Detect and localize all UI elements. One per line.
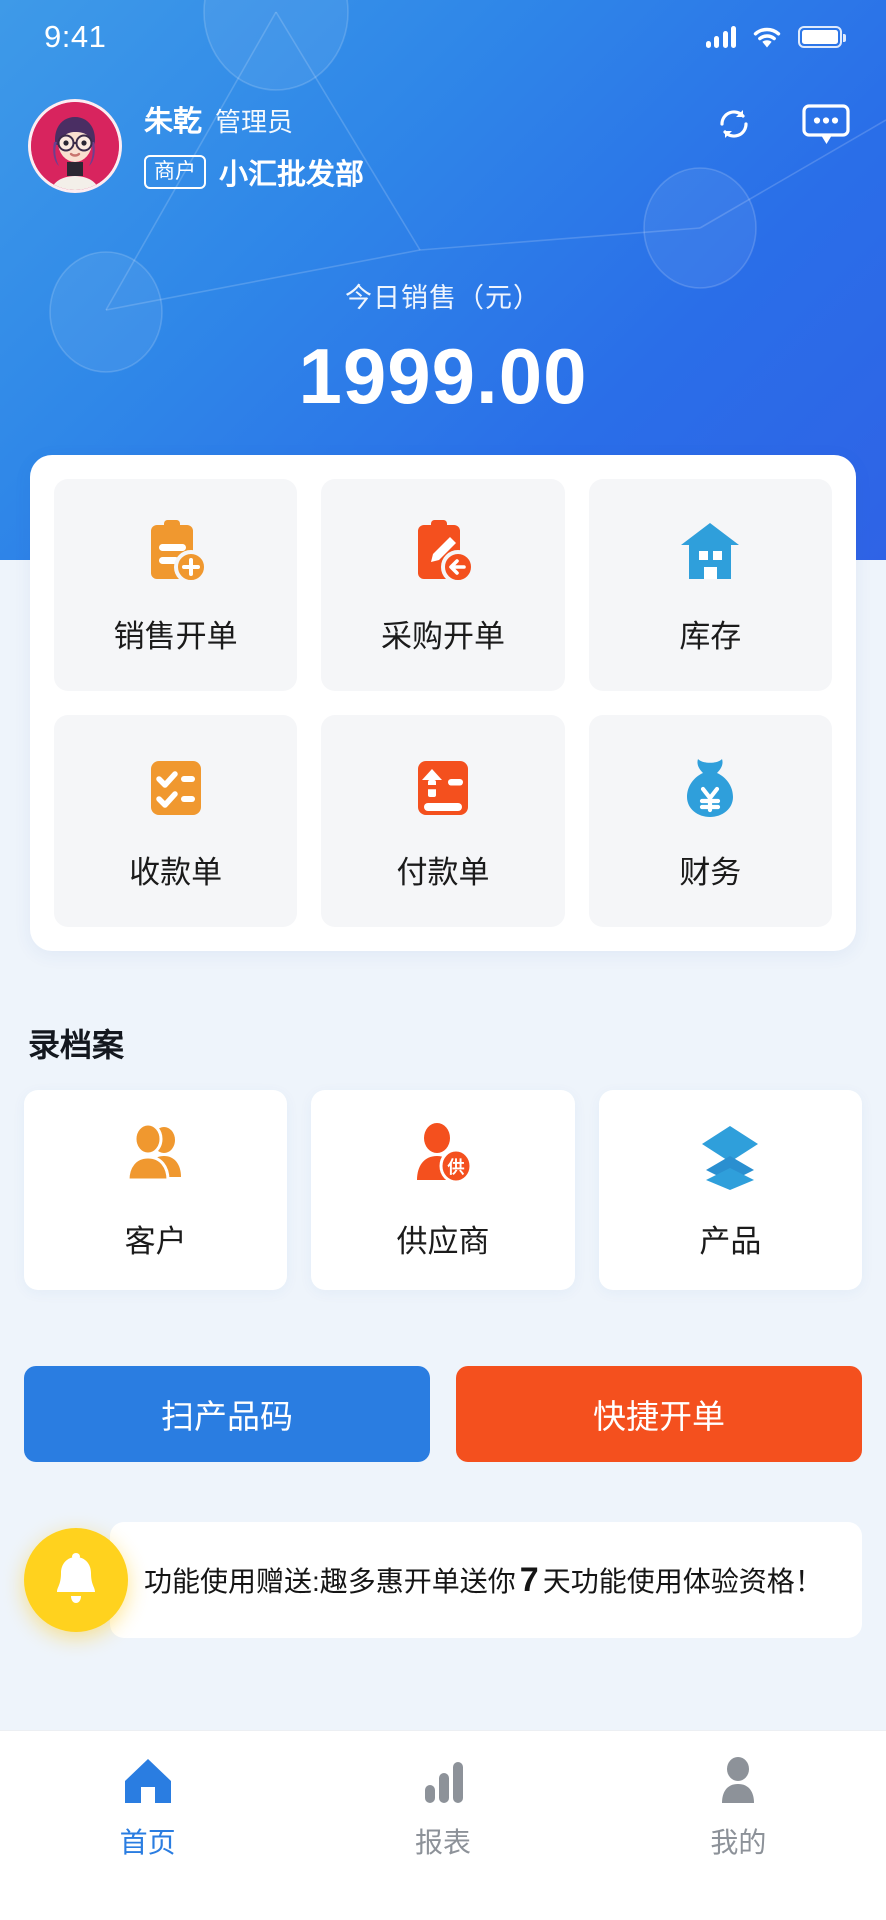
sales-label: 今日销售（元） bbox=[345, 283, 541, 313]
quick-tile-receipt[interactable]: 收款单 bbox=[54, 715, 298, 927]
clipboard-add-icon bbox=[150, 519, 208, 584]
merchant-badge: 商户 bbox=[144, 154, 206, 190]
tab-label: 首页 bbox=[119, 1827, 176, 1858]
archive-section-title: 录档案 bbox=[28, 1027, 125, 1063]
status-indicators bbox=[705, 26, 846, 49]
archive-grid: 客户 供 供应商 产品 bbox=[24, 1090, 862, 1290]
tab-label: 报表 bbox=[414, 1827, 471, 1858]
sales-value: 1999.00 bbox=[298, 332, 588, 420]
tab-profile[interactable]: 我的 bbox=[591, 1755, 886, 1861]
payment-yuan-icon bbox=[417, 760, 468, 815]
quick-tile-inventory[interactable]: 库存 bbox=[588, 479, 832, 691]
quick-tile-label: 采购开单 bbox=[380, 618, 505, 654]
battery-icon bbox=[798, 26, 846, 48]
signal-bars-icon bbox=[705, 26, 736, 48]
tab-reports[interactable]: 报表 bbox=[295, 1755, 590, 1861]
quick-tile-label: 收款单 bbox=[129, 854, 223, 890]
home-icon bbox=[124, 1759, 171, 1803]
archive-card-label: 产品 bbox=[699, 1223, 762, 1259]
notice-text-part2: 天功能使用体验资格！ bbox=[542, 1565, 823, 1597]
sales-summary: 今日销售（元） 1999.00 bbox=[0, 276, 886, 422]
quick-tile-label: 销售开单 bbox=[113, 618, 238, 654]
tab-home[interactable]: 首页 bbox=[0, 1755, 295, 1861]
wifi-icon bbox=[753, 27, 781, 47]
product-layers-icon bbox=[702, 1125, 759, 1190]
message-bubble-icon[interactable] bbox=[800, 98, 852, 150]
notice-text-part1: 功能使用赠送:趣多惠开单送你 bbox=[144, 1565, 516, 1597]
user-role: 管理员 bbox=[215, 107, 294, 137]
action-buttons: 扫产品码 快捷开单 bbox=[24, 1366, 862, 1462]
shop-name: 小汇批发部 bbox=[219, 159, 365, 191]
notice-text: 功能使用赠送:趣多惠开单送你 7 天功能使用体验资格！ bbox=[144, 1555, 823, 1606]
bar-chart-icon bbox=[424, 1762, 463, 1803]
notice-banner[interactable]: 功能使用赠送:趣多惠开单送你 7 天功能使用体验资格！ bbox=[24, 1522, 862, 1638]
svg-text:供: 供 bbox=[446, 1157, 464, 1177]
bell-icon bbox=[24, 1528, 128, 1632]
profile-info: 朱乾 管理员 商户 小汇批发部 bbox=[144, 98, 364, 193]
avatar[interactable] bbox=[28, 98, 122, 193]
bottom-tab-bar: 首页 报表 我的 bbox=[0, 1730, 886, 1920]
archive-card-customers[interactable]: 客户 bbox=[24, 1090, 288, 1290]
quick-tile-label: 库存 bbox=[679, 618, 742, 654]
archive-card-label: 供应商 bbox=[396, 1223, 490, 1259]
notice-highlight-days: 7 bbox=[519, 1560, 539, 1599]
user-name: 朱乾 bbox=[144, 106, 203, 138]
warehouse-house-icon bbox=[681, 522, 740, 579]
tab-label: 我的 bbox=[710, 1827, 767, 1858]
archive-card-supplier[interactable]: 供 供应商 bbox=[311, 1090, 575, 1290]
status-time: 9:41 bbox=[44, 19, 107, 54]
quick-tile-label: 财务 bbox=[679, 854, 742, 890]
receipt-check-icon bbox=[150, 760, 201, 815]
money-bag-yuan-icon bbox=[687, 758, 734, 817]
clipboard-edit-return-icon bbox=[417, 519, 475, 584]
header-actions bbox=[708, 98, 852, 150]
archive-card-label: 客户 bbox=[124, 1223, 187, 1259]
notice-body: 功能使用赠送:趣多惠开单送你 7 天功能使用体验资格！ bbox=[110, 1522, 862, 1638]
quick-tile-label: 付款单 bbox=[396, 854, 490, 890]
customers-people-icon bbox=[126, 1122, 181, 1181]
person-icon bbox=[722, 1757, 755, 1803]
quick-bill-button[interactable]: 快捷开单 bbox=[456, 1366, 862, 1462]
archive-card-product[interactable]: 产品 bbox=[598, 1090, 862, 1290]
supplier-person-icon: 供 bbox=[416, 1122, 473, 1183]
app-screen: 9:41 朱乾 管理员 商户 小汇批发部 今日销售（元） 1999.00 销售开… bbox=[0, 0, 886, 1920]
status-bar: 9:41 bbox=[0, 0, 886, 74]
quick-tile-finance[interactable]: 财务 bbox=[588, 715, 832, 927]
quick-tile-purchase-bill[interactable]: 采购开单 bbox=[321, 479, 565, 691]
quick-action-grid: 销售开单 采购开单 库存 收款单 付款单 财务 bbox=[30, 455, 856, 951]
sync-icon[interactable] bbox=[708, 98, 760, 150]
profile-block[interactable]: 朱乾 管理员 商户 小汇批发部 bbox=[28, 98, 364, 193]
scan-product-code-button[interactable]: 扫产品码 bbox=[24, 1366, 430, 1462]
quick-tile-payment[interactable]: 付款单 bbox=[321, 715, 565, 927]
quick-tile-sales-bill[interactable]: 销售开单 bbox=[54, 479, 298, 691]
